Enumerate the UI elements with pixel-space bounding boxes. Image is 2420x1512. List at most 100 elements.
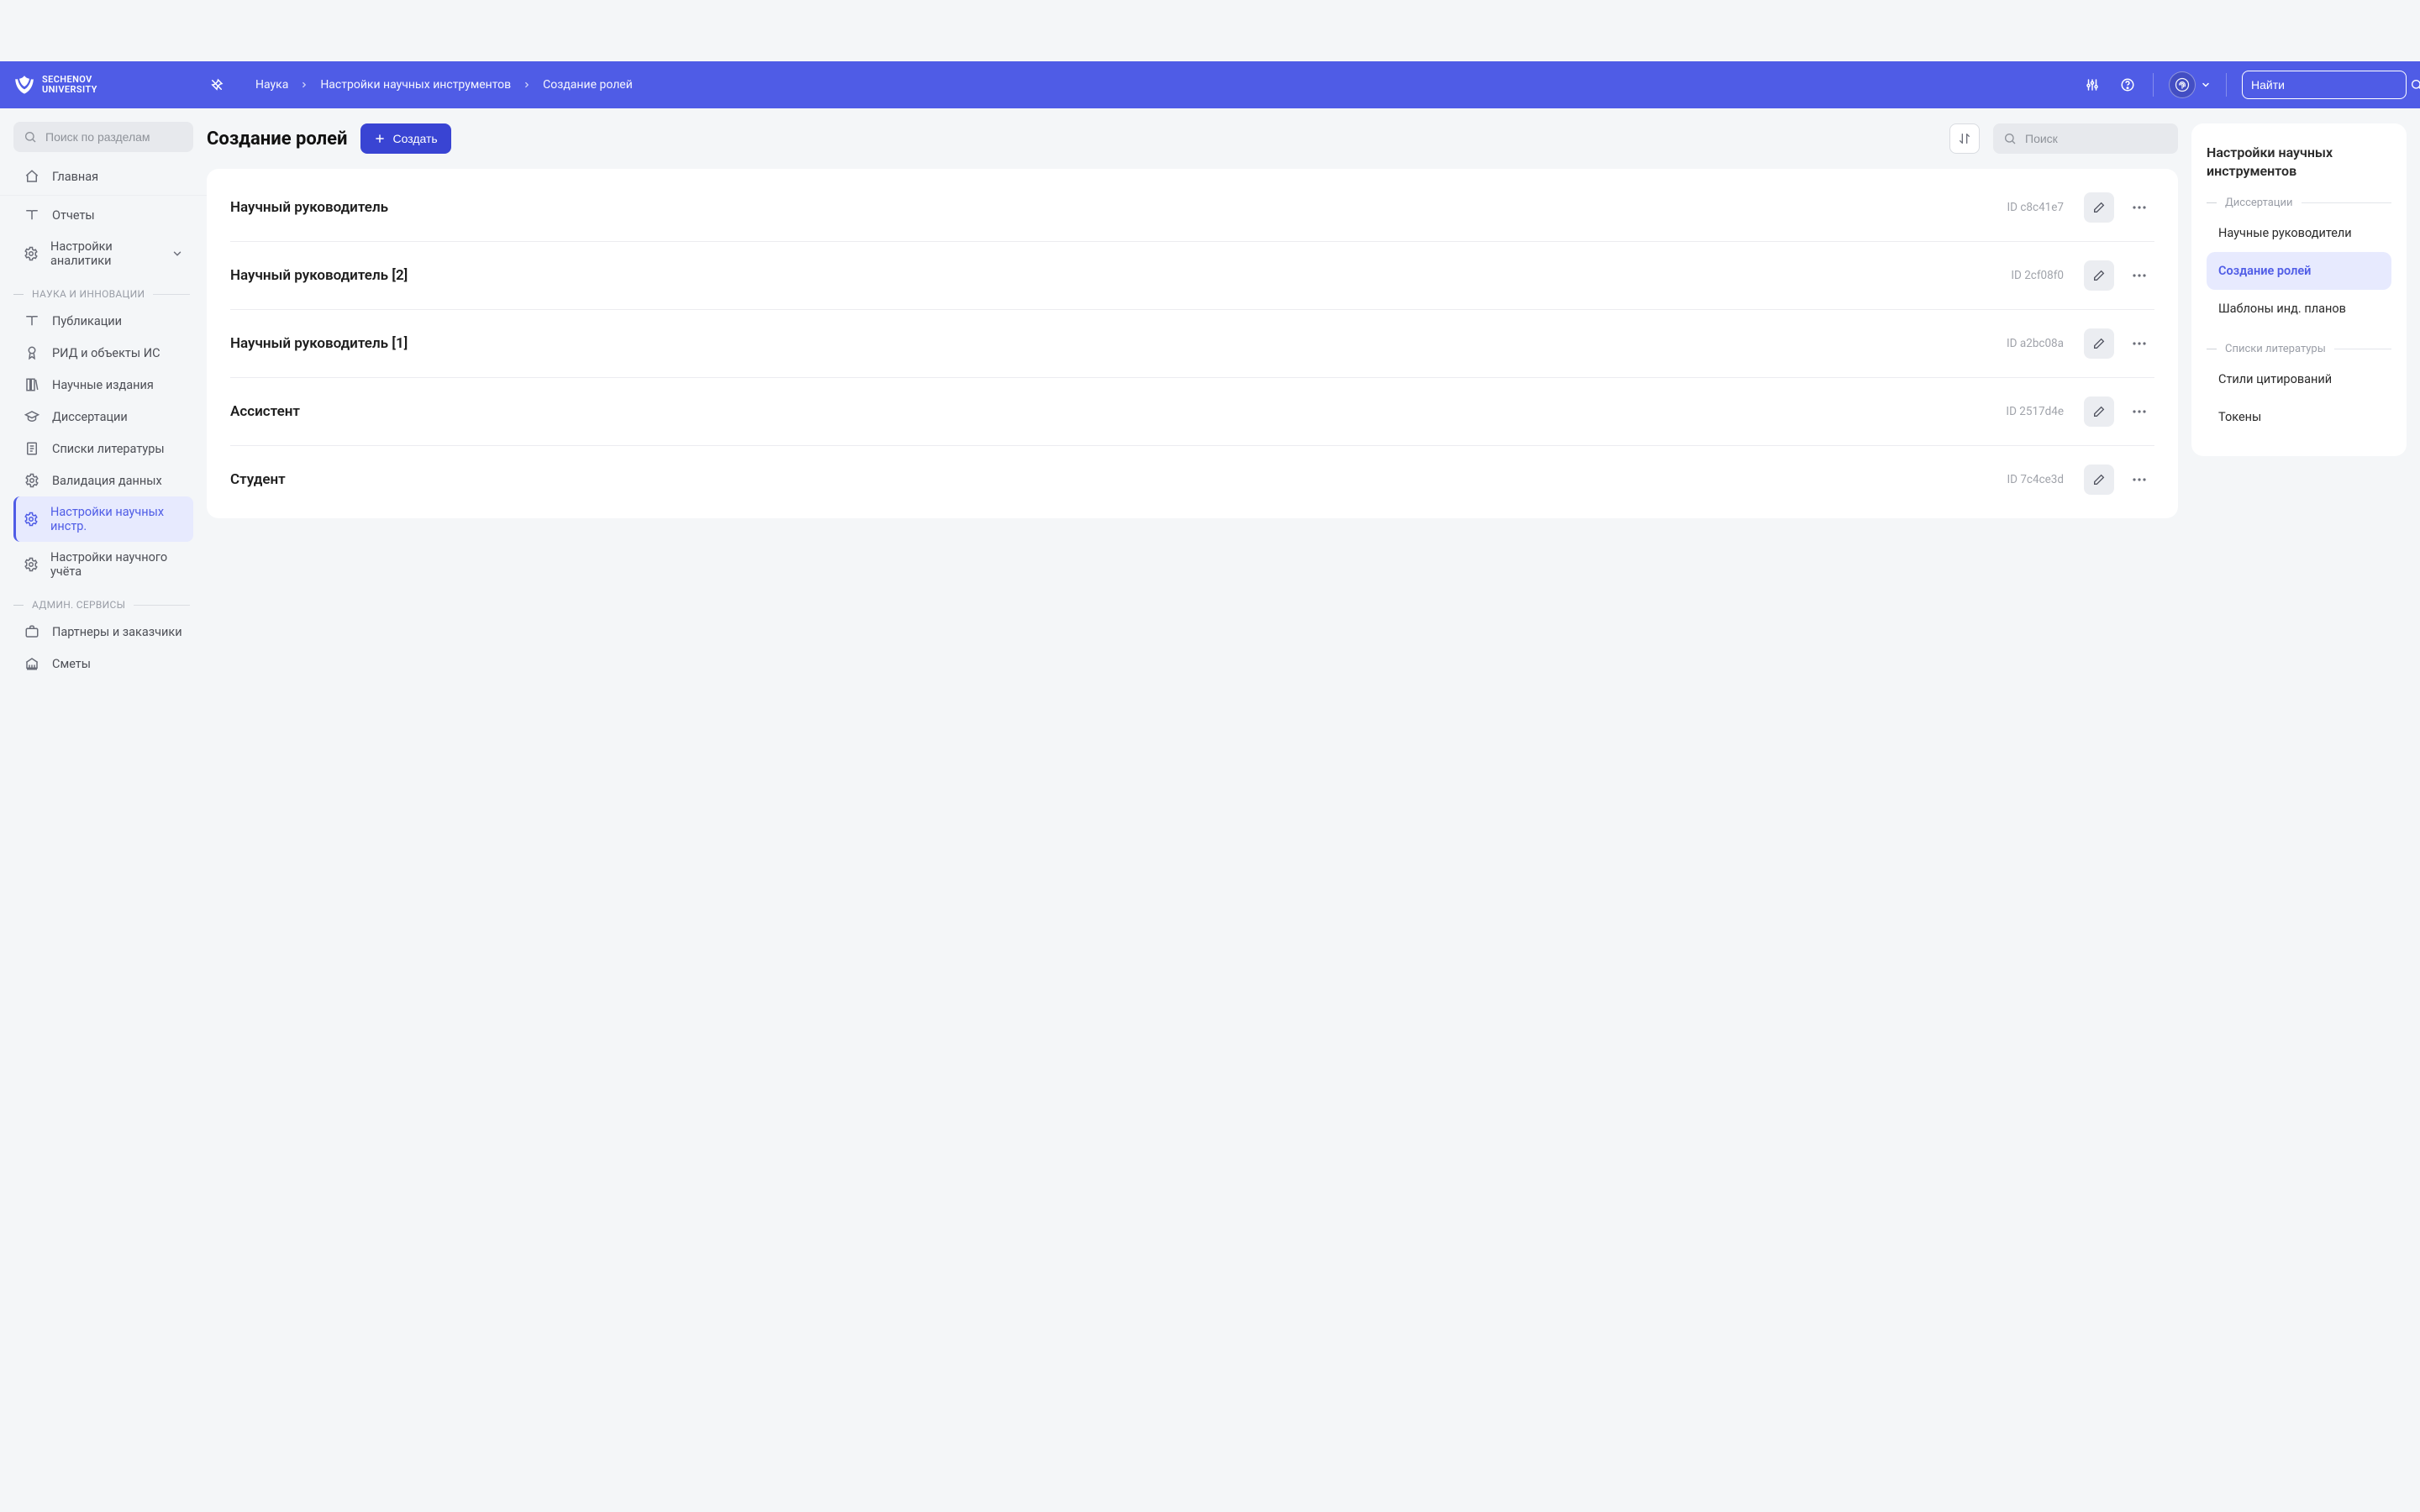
divider [2153,73,2154,97]
edit-button[interactable] [2084,192,2114,223]
sidebar-item-sci-accounting[interactable]: Настройки научного учёта [13,542,193,587]
role-title: Студент [230,471,286,488]
sidebar-item-label: Диссертации [52,410,128,424]
nav-top: Главная Отчеты Настройки аналитики [13,160,193,276]
chevron-right-icon [300,81,308,89]
edit-button[interactable] [2084,260,2114,291]
table-row[interactable]: Научный руководитель ID c8c41e7 [230,174,2154,241]
more-button[interactable] [2124,192,2154,223]
section-label: Наука и инновации [32,288,145,300]
pin-icon[interactable] [205,77,229,92]
center-column: Создание ролей Создать [207,123,2178,1512]
user-menu[interactable] [2169,71,2211,98]
sliders-icon[interactable] [2082,75,2102,95]
sidebar-item-label: Научные издания [52,378,154,392]
sidebar: Главная Отчеты Настройки аналитики [0,108,207,1512]
more-button[interactable] [2124,260,2154,291]
home-icon [24,169,40,184]
bank-icon [24,656,40,671]
sidebar-item-dissertations[interactable]: Диссертации [13,401,193,433]
table-row[interactable]: Студент ID 7c4ce3d [230,445,2154,513]
sidebar-item-label: РИД и объекты ИС [52,346,160,360]
edit-button[interactable] [2084,328,2114,359]
right-item-supervisors[interactable]: Научные руководители [2207,214,2391,252]
roles-card: Научный руководитель ID c8c41e7 Научный … [207,169,2178,518]
global-search[interactable] [2242,71,2407,99]
sidebar-item-label: Сметы [52,657,91,671]
main: Создание ролей Создать [207,108,2420,1512]
pencil-icon [2092,269,2106,282]
sidebar-item-home[interactable]: Главная [13,160,193,192]
help-icon[interactable] [2118,75,2138,95]
brand: SECHENOV UNIVERSITY [13,74,205,96]
dots-icon [2133,410,2146,413]
sidebar-item-label: Настройки научных инстр. [50,505,183,533]
body: Главная Отчеты Настройки аналитики [0,108,2420,1512]
role-id: ID 7c4ce3d [2007,473,2064,486]
section-science: Наука и инновации [13,288,193,300]
sidebar-item-publications[interactable]: Публикации [13,305,193,337]
more-button[interactable] [2124,328,2154,359]
dots-icon [2133,274,2146,277]
app: SECHENOV UNIVERSITY Наука Настройки науч… [0,0,2420,1512]
role-id: ID a2bc08a [2007,337,2064,350]
right-panel-title: Настройки научных инструментов [2207,144,2391,181]
brand-logo-icon [13,74,35,96]
breadcrumb-item[interactable]: Создание ролей [543,78,633,92]
book-open-icon [24,207,40,223]
sidebar-item-label: Списки литературы [52,442,165,456]
more-button[interactable] [2124,396,2154,427]
sidebar-item-rid[interactable]: РИД и объекты ИС [13,337,193,369]
page-title: Создание ролей [207,129,347,150]
sidebar-item-journals[interactable]: Научные издания [13,369,193,401]
breadcrumb-item[interactable]: Настройки научных инструментов [320,78,511,92]
right-item-citation-styles[interactable]: Стили цитирований [2207,360,2391,398]
edit-button[interactable] [2084,465,2114,495]
pencil-icon [2092,473,2106,486]
table-row[interactable]: Ассистент ID 2517d4e [230,377,2154,445]
sidebar-search[interactable] [13,122,193,152]
list-search[interactable] [1993,123,2178,154]
chevron-down-icon [171,248,183,260]
sort-button[interactable] [1949,123,1980,154]
section-admin: Админ. сервисы [13,599,193,611]
dots-icon [2133,206,2146,209]
sidebar-item-label: Публикации [52,314,122,328]
role-id: ID 2517d4e [2006,405,2064,418]
sidebar-search-input[interactable] [45,130,197,144]
breadcrumb-item[interactable]: Наука [255,78,288,92]
dots-icon [2133,478,2146,481]
chevron-right-icon [523,81,531,89]
more-button[interactable] [2124,465,2154,495]
sidebar-item-label: Валидация данных [52,474,162,488]
sidebar-item-estimates[interactable]: Сметы [13,648,193,680]
sidebar-item-sci-instruments[interactable]: Настройки научных инстр. [13,496,193,542]
header-right [2082,71,2407,99]
table-row[interactable]: Научный руководитель [2] ID 2cf08f0 [230,241,2154,309]
list-doc-icon [24,441,40,456]
sidebar-item-label: Партнеры и заказчики [52,625,182,639]
right-group-dissertations: Диссертации [2207,197,2391,209]
sidebar-item-label: Главная [52,170,98,184]
award-icon [24,345,40,360]
table-row[interactable]: Научный руководитель [1] ID a2bc08a [230,309,2154,377]
fingerprint-icon [2169,71,2196,98]
edit-button[interactable] [2084,396,2114,427]
right-item-tokens[interactable]: Токены [2207,398,2391,436]
role-title: Ассистент [230,403,300,420]
global-search-input[interactable] [2251,78,2403,92]
right-item-plan-templates[interactable]: Шаблоны инд. планов [2207,290,2391,328]
right-group-label: Списки литературы [2225,343,2326,355]
right-item-create-roles[interactable]: Создание ролей [2207,252,2391,290]
search-icon [2410,78,2420,92]
right-panel: Настройки научных инструментов Диссертац… [2191,123,2407,456]
sidebar-item-validation[interactable]: Валидация данных [13,465,193,496]
sidebar-item-partners[interactable]: Партнеры и заказчики [13,616,193,648]
list-search-input[interactable] [2025,132,2177,145]
briefcase-icon [24,624,40,639]
sidebar-item-reports[interactable]: Отчеты [13,199,193,231]
sidebar-item-lit-lists[interactable]: Списки литературы [13,433,193,465]
create-button[interactable]: Создать [360,123,450,154]
sidebar-item-analytics-settings[interactable]: Настройки аналитики [13,231,193,276]
gear-icon [24,557,39,572]
